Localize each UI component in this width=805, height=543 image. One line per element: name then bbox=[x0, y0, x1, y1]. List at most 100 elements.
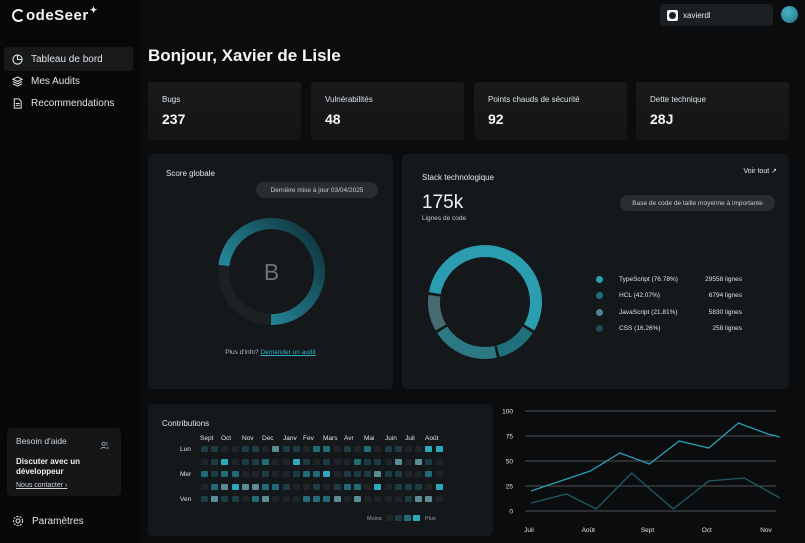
sidebar-item-label: Mes Audits bbox=[31, 75, 80, 87]
contribution-cell bbox=[282, 471, 290, 477]
contribution-cell bbox=[231, 458, 239, 465]
legend-lines: 5830 lignes bbox=[708, 309, 742, 316]
users-icon bbox=[100, 441, 109, 450]
contribution-cell bbox=[343, 458, 351, 465]
contribution-cell bbox=[211, 496, 219, 502]
score-footer: Plus d'info? Demander un audit bbox=[148, 349, 393, 356]
y-tick-label: 75 bbox=[506, 434, 514, 441]
x-tick-label: Août bbox=[582, 527, 596, 534]
contribution-cell bbox=[241, 483, 249, 490]
y-tick-label: 25 bbox=[506, 484, 514, 491]
contribution-cell bbox=[292, 471, 300, 477]
stack-card: Stack technologique Voir tout ↗ 175k Lig… bbox=[402, 154, 789, 389]
contribution-cell bbox=[364, 483, 372, 490]
contact-link[interactable]: Nous contacter › bbox=[16, 482, 112, 489]
sidebar-item-audits[interactable]: Mes Audits bbox=[4, 69, 133, 93]
contribution-cell bbox=[333, 446, 341, 452]
request-audit-link[interactable]: Demander un audit bbox=[260, 349, 315, 356]
contribution-cell bbox=[272, 496, 280, 502]
sidebar: odeSeer ✦ Tableau de bord Mes Audits Rec… bbox=[0, 0, 140, 543]
contribution-cell bbox=[394, 496, 402, 502]
contribution-cell bbox=[374, 471, 382, 477]
legend-swatch bbox=[395, 515, 402, 521]
score-title: Score globale bbox=[166, 169, 215, 178]
sidebar-item-recommendations[interactable]: Recommendations bbox=[4, 91, 133, 115]
day-label: Lun bbox=[180, 446, 191, 453]
day-label: Mer bbox=[180, 471, 192, 478]
contribution-cell bbox=[282, 483, 290, 490]
contribution-cell bbox=[435, 458, 443, 465]
contribution-cell bbox=[292, 496, 300, 502]
sidebar-item-label: Tableau de bord bbox=[31, 53, 103, 65]
legend-label: HCL (42.07%) bbox=[619, 292, 660, 299]
contribution-cell bbox=[364, 496, 372, 502]
contribution-cell bbox=[221, 446, 229, 452]
contribution-cell bbox=[272, 446, 280, 452]
contribution-cell bbox=[303, 471, 310, 477]
donut-slice-2 bbox=[437, 326, 497, 359]
stat-label: Vulnérabilités bbox=[325, 95, 373, 104]
contact-link-label: Nous contacter bbox=[16, 482, 64, 489]
codebase-size-badge: Base de code de taille moyenne à importa… bbox=[620, 195, 775, 211]
layers-icon bbox=[12, 75, 23, 87]
contribution-cell bbox=[374, 446, 382, 452]
contribution-cell bbox=[323, 496, 331, 502]
month-label: Août bbox=[425, 435, 439, 442]
contribution-cell bbox=[333, 471, 341, 477]
contribution-cell bbox=[262, 483, 270, 490]
page-title: Bonjour, Xavier de Lisle bbox=[148, 46, 341, 65]
contribution-cell bbox=[364, 446, 372, 452]
see-all-label: Voir tout bbox=[743, 168, 770, 175]
contribution-cell bbox=[415, 446, 423, 452]
month-label: Fev bbox=[303, 435, 314, 442]
month-label: Dec bbox=[262, 435, 274, 442]
contribution-cell bbox=[333, 458, 341, 465]
user-account-button[interactable]: xavierdl bbox=[660, 4, 773, 26]
contribution-cell bbox=[415, 483, 423, 490]
donut-slice-1 bbox=[496, 326, 533, 358]
stat-value: 28J bbox=[650, 111, 674, 127]
sidebar-item-settings[interactable]: Paramètres bbox=[12, 515, 84, 527]
contribution-cell bbox=[252, 458, 259, 465]
see-all-link[interactable]: Voir tout ↗ bbox=[743, 167, 777, 175]
contribution-cell bbox=[313, 496, 321, 502]
contribution-cell bbox=[354, 496, 361, 502]
contribution-cell bbox=[343, 483, 351, 490]
contribution-cell bbox=[252, 483, 259, 490]
contribution-cell bbox=[354, 458, 361, 465]
contribution-cell bbox=[415, 471, 423, 477]
stat-card-hotspots: Points chauds de sécurité 92 bbox=[474, 82, 627, 140]
stat-label: Bugs bbox=[162, 95, 181, 104]
contributions-card: Contributions Lun Mer Ven Moins Plus Sep… bbox=[148, 404, 493, 536]
contribution-cell bbox=[425, 483, 433, 490]
contribution-cell bbox=[221, 496, 229, 502]
contribution-cell bbox=[415, 458, 423, 465]
last-update-badge: Dernière mise à jour 03/04/2025 bbox=[256, 182, 378, 198]
contribution-cell bbox=[303, 458, 310, 465]
month-label: Mai bbox=[364, 435, 375, 442]
arrow-up-right-icon: ↗ bbox=[771, 168, 777, 175]
sidebar-item-dashboard[interactable]: Tableau de bord bbox=[4, 47, 133, 71]
legend-lines: 29558 lignes bbox=[705, 276, 742, 283]
contribution-cell bbox=[313, 446, 321, 452]
app-logo[interactable]: odeSeer ✦ bbox=[12, 5, 98, 24]
contribution-cell bbox=[201, 471, 208, 477]
month-label: Avr bbox=[344, 435, 354, 442]
contribution-cell bbox=[231, 446, 239, 452]
username: xavierdl bbox=[683, 10, 711, 20]
x-tick-label: Juil bbox=[524, 527, 534, 534]
contribution-cell bbox=[211, 458, 219, 465]
contribution-cell bbox=[374, 483, 382, 490]
month-label: Mars bbox=[323, 435, 338, 442]
avatar[interactable] bbox=[781, 6, 798, 23]
contribution-cell bbox=[323, 458, 331, 465]
contribution-cell bbox=[241, 458, 249, 465]
y-tick-label: 100 bbox=[502, 409, 513, 416]
legend-swatch bbox=[386, 515, 393, 521]
contribution-cell bbox=[435, 496, 443, 502]
contribution-cell bbox=[425, 471, 433, 477]
logo-text: odeSeer bbox=[26, 7, 89, 24]
contribution-cell bbox=[292, 458, 300, 465]
contribution-cell bbox=[201, 483, 208, 490]
day-label: Ven bbox=[180, 496, 192, 503]
